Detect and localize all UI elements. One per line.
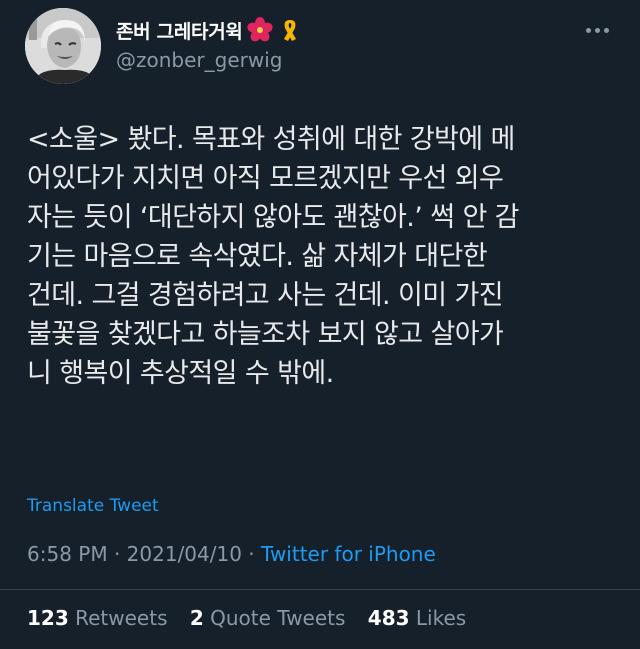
retweets-count: 123: [27, 606, 69, 630]
likes-count: 483: [367, 606, 410, 630]
avatar[interactable]: [25, 8, 101, 84]
divider: [0, 589, 640, 590]
dot-icon: [585, 27, 591, 33]
dot-icon: [594, 27, 600, 33]
likes-label: Likes: [415, 606, 467, 630]
user-handle[interactable]: @zonber_gerwig: [116, 48, 282, 72]
quote-tweets-stat[interactable]: 2 Quote Tweets: [190, 606, 346, 630]
tweet-header: 존버 그레타거윅 @zonber_gerwig: [0, 0, 640, 100]
display-name[interactable]: 존버 그레타거윅: [116, 17, 243, 44]
tweet-time[interactable]: 6:58 PM: [27, 542, 108, 566]
tweet-line: 자는 듯이 ‘대단하지 않아도 괜찮아.’ 썩 안 감: [27, 202, 520, 233]
separator: ·: [241, 542, 262, 566]
tweet-date[interactable]: 2021/04/10: [127, 542, 242, 566]
hibiscus-icon: [246, 17, 273, 43]
tweet-text: <소울> 봤다. 목표와 성취에 대한 강박에 메 어있다가 지치면 아직 모르…: [27, 120, 627, 393]
tweet-line: 니 행복이 추상적일 수 밖에.: [27, 358, 334, 389]
tweet-line: <소울> 봤다. 목표와 성취에 대한 강박에 메: [27, 124, 515, 155]
quote-tweets-count: 2: [189, 606, 204, 630]
avatar-photo: [25, 8, 101, 84]
dot-icon: [603, 27, 609, 33]
likes-stat[interactable]: 483 Likes: [368, 606, 466, 630]
retweets-label: Retweets: [75, 606, 168, 630]
separator: ·: [107, 542, 127, 566]
tweet-line: 기는 마음으로 속삭였다. 삶 자체가 대단한: [27, 241, 488, 272]
ribbon-icon: [277, 17, 303, 43]
translate-tweet-link[interactable]: Translate Tweet: [27, 496, 159, 516]
quote-tweets-label: Quote Tweets: [210, 606, 346, 630]
tweet-source-link[interactable]: Twitter for iPhone: [261, 542, 436, 566]
more-options-button[interactable]: [580, 16, 614, 44]
name-row: 존버 그레타거윅: [116, 16, 303, 44]
tweet-line: 건데. 그걸 경험하려고 사는 건데. 이미 가진: [27, 280, 504, 311]
tweet-line: 어있다가 지치면 아직 모르겠지만 우선 외우: [27, 163, 504, 194]
tweet-meta: 6:58 PM · 2021/04/10 · Twitter for iPhon…: [27, 542, 436, 566]
retweets-stat[interactable]: 123 Retweets: [27, 606, 167, 630]
tweet-stats: 123 Retweets 2 Quote Tweets 483 Likes: [27, 606, 482, 630]
tweet-line: 불꽃을 찾겠다고 하늘조차 보지 않고 살아가: [27, 319, 504, 350]
